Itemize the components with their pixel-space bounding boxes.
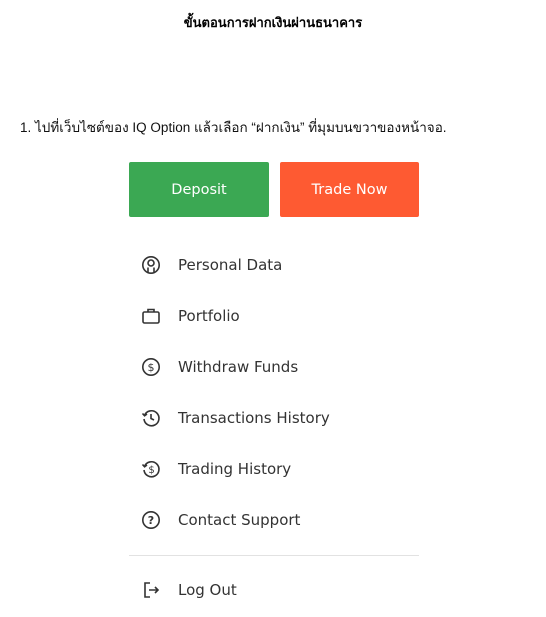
menu-item-transactions-history[interactable]: Transactions History (102, 393, 442, 443)
menu-item-trading-history[interactable]: $ Trading History (102, 444, 442, 494)
question-circle-icon: ? (140, 509, 162, 531)
menu-item-label: Withdraw Funds (178, 358, 299, 376)
deposit-button[interactable]: Deposit (129, 162, 269, 217)
menu-item-portfolio[interactable]: Portfolio (102, 291, 442, 341)
menu-item-label: Transactions History (178, 409, 330, 427)
menu-item-withdraw-funds[interactable]: $ Withdraw Funds (102, 342, 442, 392)
logout-label: Log Out (178, 581, 237, 599)
menu-item-label: Trading History (178, 460, 292, 478)
menu-item-contact-support[interactable]: ? Contact Support (102, 495, 442, 545)
menu-item-log-out[interactable]: Log Out (102, 565, 442, 615)
history-dollar-icon: $ (140, 458, 162, 480)
trade-now-button[interactable]: Trade Now (280, 162, 419, 217)
history-clock-icon (140, 407, 162, 429)
briefcase-icon (140, 305, 162, 327)
menu-item-personal-data[interactable]: Personal Data (102, 240, 442, 290)
menu-divider (129, 555, 419, 556)
svg-text:$: $ (148, 361, 155, 374)
logout-icon (140, 579, 162, 601)
personal-data-icon (140, 254, 162, 276)
step-instruction: 1. ไปที่เว็บไซต์ของ IQ Option แล้วเลือก … (20, 120, 447, 135)
svg-text:$: $ (148, 465, 154, 476)
page-title: ขั้นตอนการฝากเงินผ่านธนาคาร (183, 16, 363, 31)
menu-item-label: Personal Data (178, 256, 283, 274)
svg-text:?: ? (148, 514, 154, 527)
dollar-circle-icon: $ (140, 356, 162, 378)
menu-item-label: Contact Support (178, 511, 301, 529)
menu-item-label: Portfolio (178, 307, 240, 325)
